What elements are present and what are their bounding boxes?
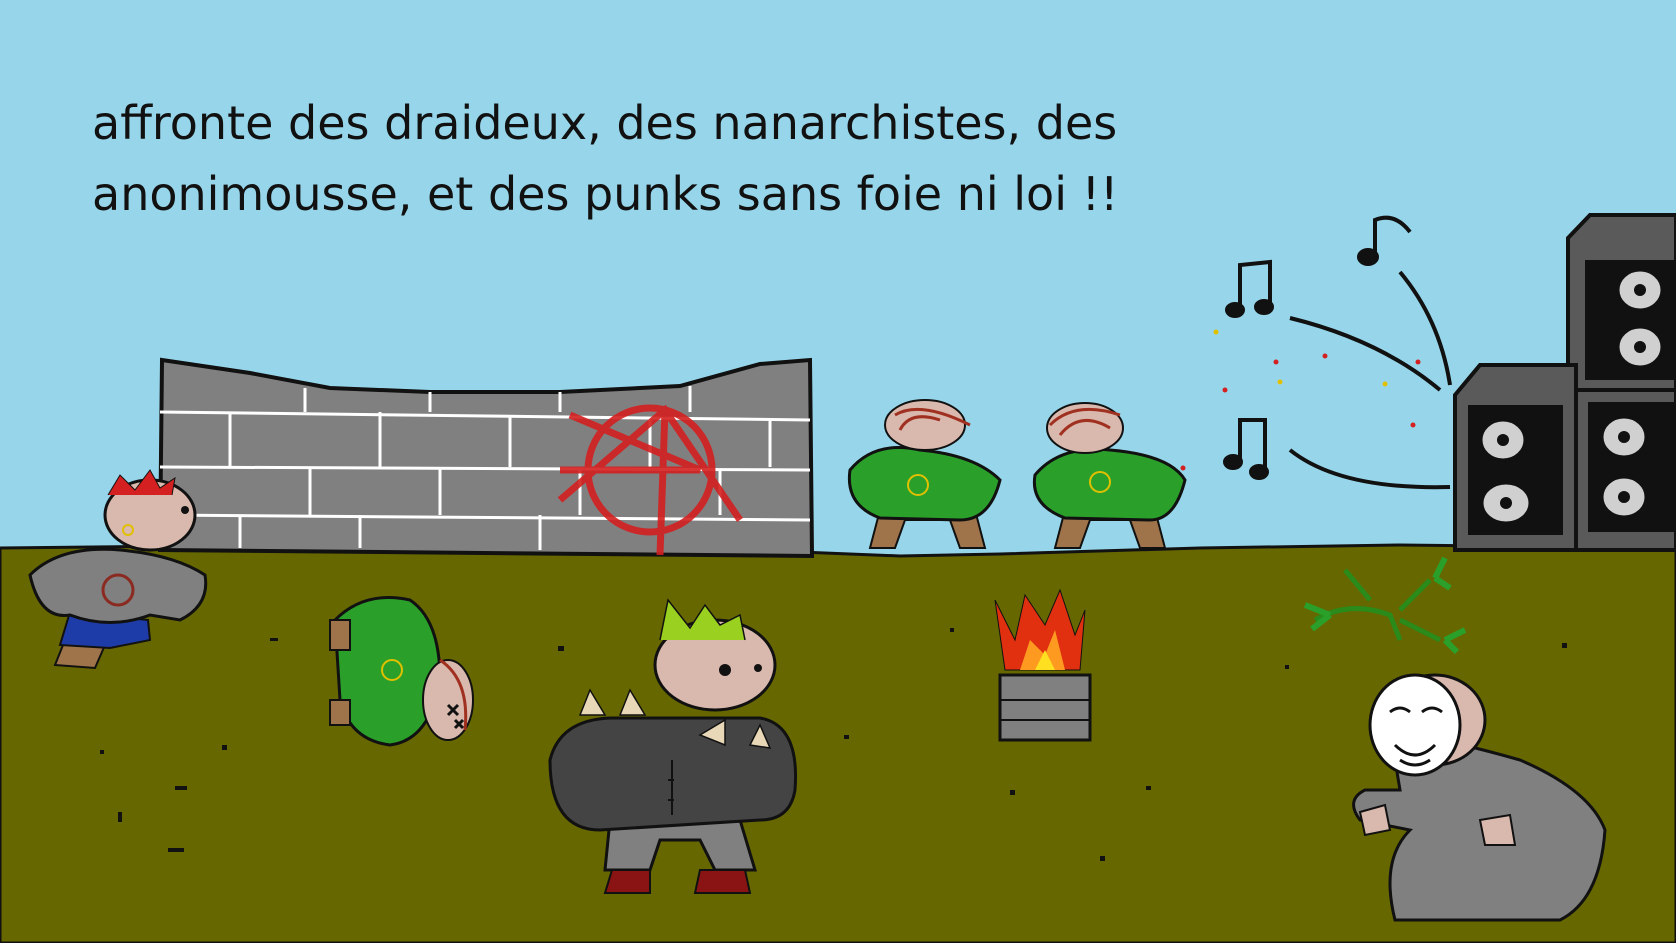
caption-line-2: anonimousse, et des punks sans foie ni l… xyxy=(92,167,1119,221)
brick-wall xyxy=(157,357,815,559)
game-scene: affronte des draideux, des nanarchistes,… xyxy=(0,0,1676,943)
caption-text: affronte des draideux, des nanarchistes,… xyxy=(92,88,1242,230)
confetti xyxy=(1180,329,1421,471)
music-notes xyxy=(1223,215,1452,490)
hippie-right xyxy=(1032,402,1187,549)
caption-line-1: affronte des draideux, des nanarchistes,… xyxy=(92,96,1118,150)
speaker-stack xyxy=(1453,213,1676,552)
hippie-left xyxy=(847,399,1002,549)
